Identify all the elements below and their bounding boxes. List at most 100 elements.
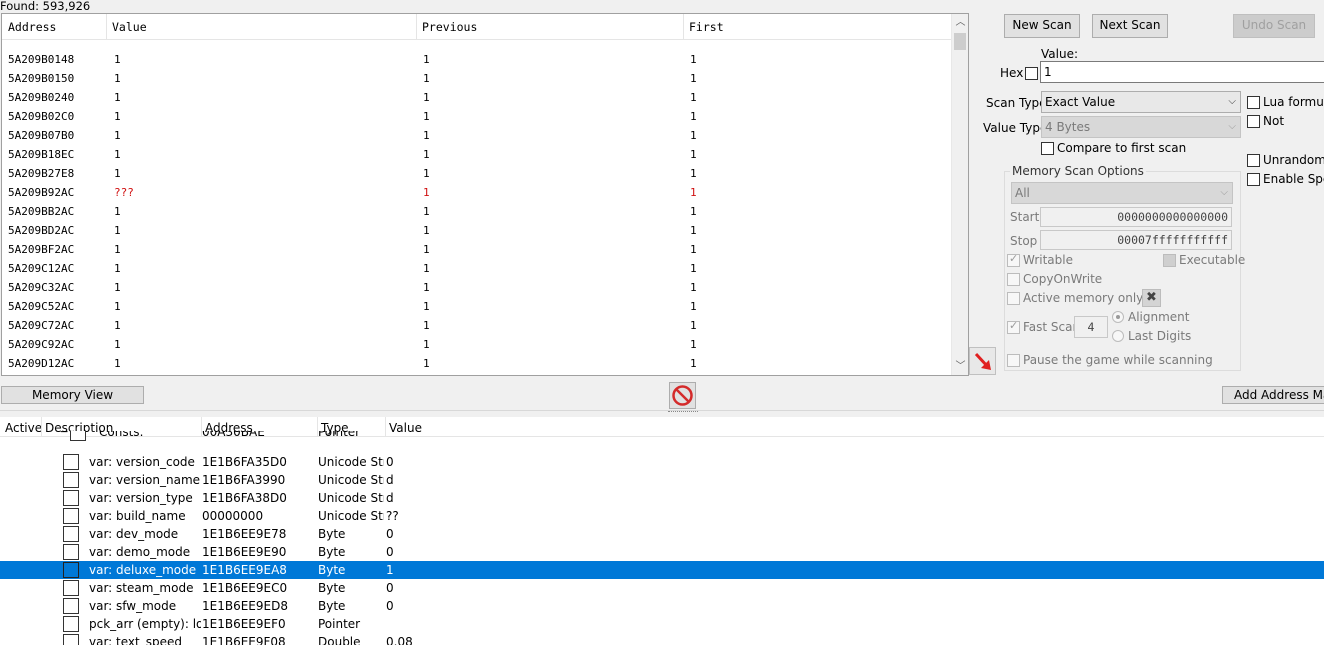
- result-row[interactable]: 5A209C92AC 1 1 1: [2, 335, 952, 354]
- active-checkbox[interactable]: [63, 634, 79, 645]
- pause-game-label: Pause the game while scanning: [1023, 353, 1213, 367]
- result-row[interactable]: 5A209B27E8 1 1 1: [2, 164, 952, 183]
- copy-on-write-checkbox[interactable]: [1007, 273, 1020, 286]
- new-scan-button[interactable]: New Scan: [1004, 14, 1080, 38]
- fast-scan-input[interactable]: 4: [1074, 316, 1108, 338]
- address-table-row[interactable]: var: text_speed 1E1B6EE9F08 Double 0.08: [0, 633, 1324, 645]
- result-previous: 1: [423, 224, 430, 237]
- scan-type-select[interactable]: Exact Value ⌵: [1041, 91, 1241, 113]
- alignment-label: Alignment: [1128, 310, 1190, 324]
- result-row[interactable]: 5A209B02C0 1 1 1: [2, 107, 952, 126]
- add-selected-arrow-button[interactable]: [969, 347, 996, 375]
- last-digits-radio[interactable]: [1112, 330, 1124, 342]
- address-table-row[interactable]: var: deluxe_mode 1E1B6EE9EA8 Byte 1: [0, 561, 1324, 579]
- result-row[interactable]: 5A209C32AC 1 1 1: [2, 278, 952, 297]
- active-checkbox[interactable]: [63, 508, 79, 524]
- start-address-input[interactable]: 0000000000000000: [1040, 207, 1232, 227]
- chevron-up-icon[interactable]: ︿: [952, 14, 968, 31]
- address-table-row[interactable]: var: demo_mode 1E1B6EE9E90 Byte 0: [0, 543, 1324, 561]
- address-table-row[interactable]: var: version_code 1E1B6FA35D0 Unicode Stri…: [0, 453, 1324, 471]
- result-row[interactable]: 5A209B0148 1 1 1: [2, 50, 952, 69]
- address-table-row[interactable]: ⊟ Consts: 00A30BAE Pointer: [0, 431, 1324, 441]
- value-input[interactable]: 1: [1040, 61, 1324, 83]
- active-checkbox[interactable]: [63, 598, 79, 614]
- hex-label: Hex: [1000, 66, 1024, 80]
- lua-formula-checkbox[interactable]: [1247, 96, 1260, 109]
- result-row[interactable]: 5A209C52AC 1 1 1: [2, 297, 952, 316]
- result-first: 1: [690, 300, 697, 313]
- result-row[interactable]: 5A209D12AC 1 1 1: [2, 354, 952, 373]
- active-checkbox[interactable]: [63, 562, 79, 578]
- speedhack-label: Enable Speedhack: [1263, 172, 1324, 186]
- entry-description: Consts:: [99, 431, 144, 439]
- active-checkbox[interactable]: [63, 454, 79, 470]
- result-address: 5A209B0240: [8, 91, 75, 104]
- address-table-row[interactable]: pck_arr (empty): load1E1B6EE9EF0 Pointer: [0, 615, 1324, 633]
- writable-checkbox[interactable]: [1007, 252, 1020, 267]
- result-address: 5A209C72AC: [8, 319, 75, 332]
- col-value[interactable]: Value: [112, 20, 147, 34]
- address-table[interactable]: Active Description Address Type Value ⊟C…: [0, 417, 1324, 645]
- result-row[interactable]: 5A209D32AC111: [2, 373, 952, 375]
- entry-description: var: steam_mode: [89, 581, 194, 595]
- unrandomizer-checkbox[interactable]: [1247, 154, 1260, 167]
- result-row[interactable]: 5A209BB2AC 1 1 1: [2, 202, 952, 221]
- next-scan-button[interactable]: Next Scan: [1092, 14, 1168, 38]
- entry-address: 00A30BAE: [202, 431, 265, 439]
- result-row[interactable]: 5A209B07B0 1 1 1: [2, 126, 952, 145]
- stop-button[interactable]: [669, 382, 696, 409]
- active-checkbox[interactable]: [63, 544, 79, 560]
- result-row[interactable]: 5A209C72AC 1 1 1: [2, 316, 952, 335]
- address-table-row[interactable]: var: sfw_mode 1E1B6EE9ED8 Byte 0: [0, 597, 1324, 615]
- col-previous[interactable]: Previous: [422, 20, 477, 34]
- memory-view-button[interactable]: Memory View: [1, 386, 144, 404]
- undo-scan-button[interactable]: Undo Scan: [1233, 14, 1315, 38]
- speedhack-checkbox[interactable]: [1247, 173, 1260, 186]
- executable-checkbox[interactable]: [1163, 254, 1176, 267]
- collapse-icon[interactable]: ⊟: [60, 431, 68, 435]
- result-address: 5A209BD2AC: [8, 224, 75, 237]
- entry-value: 0: [386, 455, 394, 469]
- address-table-row[interactable]: var: dev_mode 1E1B6EE9E78 Byte 0: [0, 525, 1324, 543]
- hex-checkbox[interactable]: [1025, 67, 1038, 80]
- fast-scan-checkbox[interactable]: [1007, 319, 1020, 334]
- col-first[interactable]: First: [689, 20, 724, 34]
- value-type-select[interactable]: 4 Bytes ⌵: [1041, 116, 1241, 138]
- active-checkbox[interactable]: [63, 616, 79, 632]
- address-table-row[interactable]: var: version_type 1E1B6FA38D0 Unicode Stri…: [0, 489, 1324, 507]
- region-select[interactable]: All ⌵: [1011, 182, 1233, 204]
- active-checkbox[interactable]: [63, 490, 79, 506]
- result-previous: 1: [423, 243, 430, 256]
- address-table-row[interactable]: var: steam_mode 1E1B6EE9EC0 Byte 0: [0, 579, 1324, 597]
- chevron-down-icon[interactable]: ﹀: [952, 358, 968, 375]
- address-table-row[interactable]: var: build_name 00000000 Unicode Strir??: [0, 507, 1324, 525]
- active-checkbox[interactable]: [63, 580, 79, 596]
- result-row[interactable]: 5A209C12AC 1 1 1: [2, 259, 952, 278]
- active-checkbox[interactable]: [70, 431, 86, 441]
- scan-results-list[interactable]: Address Value Previous First 5A209B0148 1…: [1, 13, 969, 376]
- result-address: 5A209BF2AC: [8, 243, 75, 256]
- active-checkbox[interactable]: [63, 472, 79, 488]
- not-checkbox[interactable]: [1247, 115, 1260, 128]
- col-address[interactable]: Address: [8, 20, 56, 34]
- active-memory-checkbox[interactable]: [1007, 292, 1020, 305]
- pause-game-checkbox[interactable]: [1007, 354, 1020, 367]
- compare-first-checkbox[interactable]: [1041, 142, 1054, 155]
- active-checkbox[interactable]: [63, 526, 79, 542]
- result-row[interactable]: 5A209B18EC 1 1 1: [2, 145, 952, 164]
- splitter[interactable]: [0, 410, 1324, 414]
- result-row[interactable]: 5A209B92AC??? 1 1: [2, 183, 952, 202]
- alignment-radio[interactable]: [1112, 311, 1124, 323]
- results-scrollbar[interactable]: ︿ ﹀: [951, 14, 968, 375]
- address-table-row[interactable]: var: version_name1E1B6FA3990 Unicode Stri…: [0, 471, 1324, 489]
- result-row[interactable]: 5A209BF2AC 1 1 1: [2, 240, 952, 259]
- close-icon[interactable]: ✖: [1142, 289, 1161, 307]
- result-row[interactable]: 5A209B0150 1 1 1: [2, 69, 952, 88]
- stop-address-input[interactable]: 00007fffffffffff: [1040, 230, 1232, 250]
- result-address: 5A209C52AC: [8, 300, 75, 313]
- result-row[interactable]: 5A209B0240 1 1 1: [2, 88, 952, 107]
- add-address-button[interactable]: Add Address Manually: [1222, 386, 1324, 404]
- scroll-thumb[interactable]: [954, 33, 966, 50]
- result-row[interactable]: 5A209BD2AC 1 1 1: [2, 221, 952, 240]
- result-address: 5A209B18EC: [8, 148, 75, 161]
